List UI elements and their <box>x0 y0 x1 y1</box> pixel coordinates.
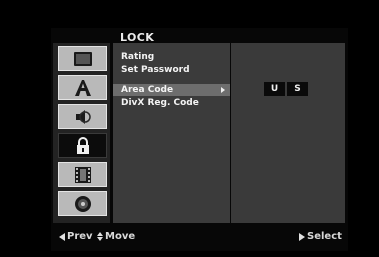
film-icon[interactable] <box>58 162 107 187</box>
triangle-right-icon <box>299 232 305 241</box>
menu-list: Rating Set Password Area Code DivX Reg. … <box>113 43 230 223</box>
lock-icon[interactable] <box>58 133 107 158</box>
menu-item-area-code[interactable]: Area Code <box>113 84 230 96</box>
area-code-char-2[interactable]: S <box>287 82 308 96</box>
select-hint: Select <box>299 231 342 242</box>
menu-item-set-password[interactable]: Set Password <box>113 64 230 76</box>
triangle-left-icon <box>59 232 65 241</box>
language-icon[interactable] <box>58 75 107 100</box>
menu-item-rating[interactable]: Rating <box>113 51 230 63</box>
menu-item-label: Area Code <box>121 85 174 95</box>
move-hint: Move <box>97 231 135 242</box>
disc-icon[interactable] <box>58 191 107 216</box>
audio-icon[interactable] <box>58 104 107 129</box>
arrow-right-icon <box>221 87 225 93</box>
select-label: Select <box>307 231 342 242</box>
value-panel: U S <box>231 43 345 223</box>
menu-item-label: DivX Reg. Code <box>121 98 199 108</box>
move-label: Move <box>105 231 136 242</box>
menu-item-label: Set Password <box>121 65 190 75</box>
setup-sidebar <box>53 43 110 223</box>
menu-item-label: Rating <box>121 52 155 62</box>
area-code-char-1[interactable]: U <box>264 82 285 96</box>
prev-hint: Prev <box>59 231 93 242</box>
up-down-icon <box>97 232 103 241</box>
footer-help-bar: Prev Move Select <box>51 227 348 248</box>
prev-label: Prev <box>67 231 93 242</box>
display-icon[interactable] <box>58 46 107 71</box>
menu-item-divx-reg-code[interactable]: DivX Reg. Code <box>113 97 230 109</box>
